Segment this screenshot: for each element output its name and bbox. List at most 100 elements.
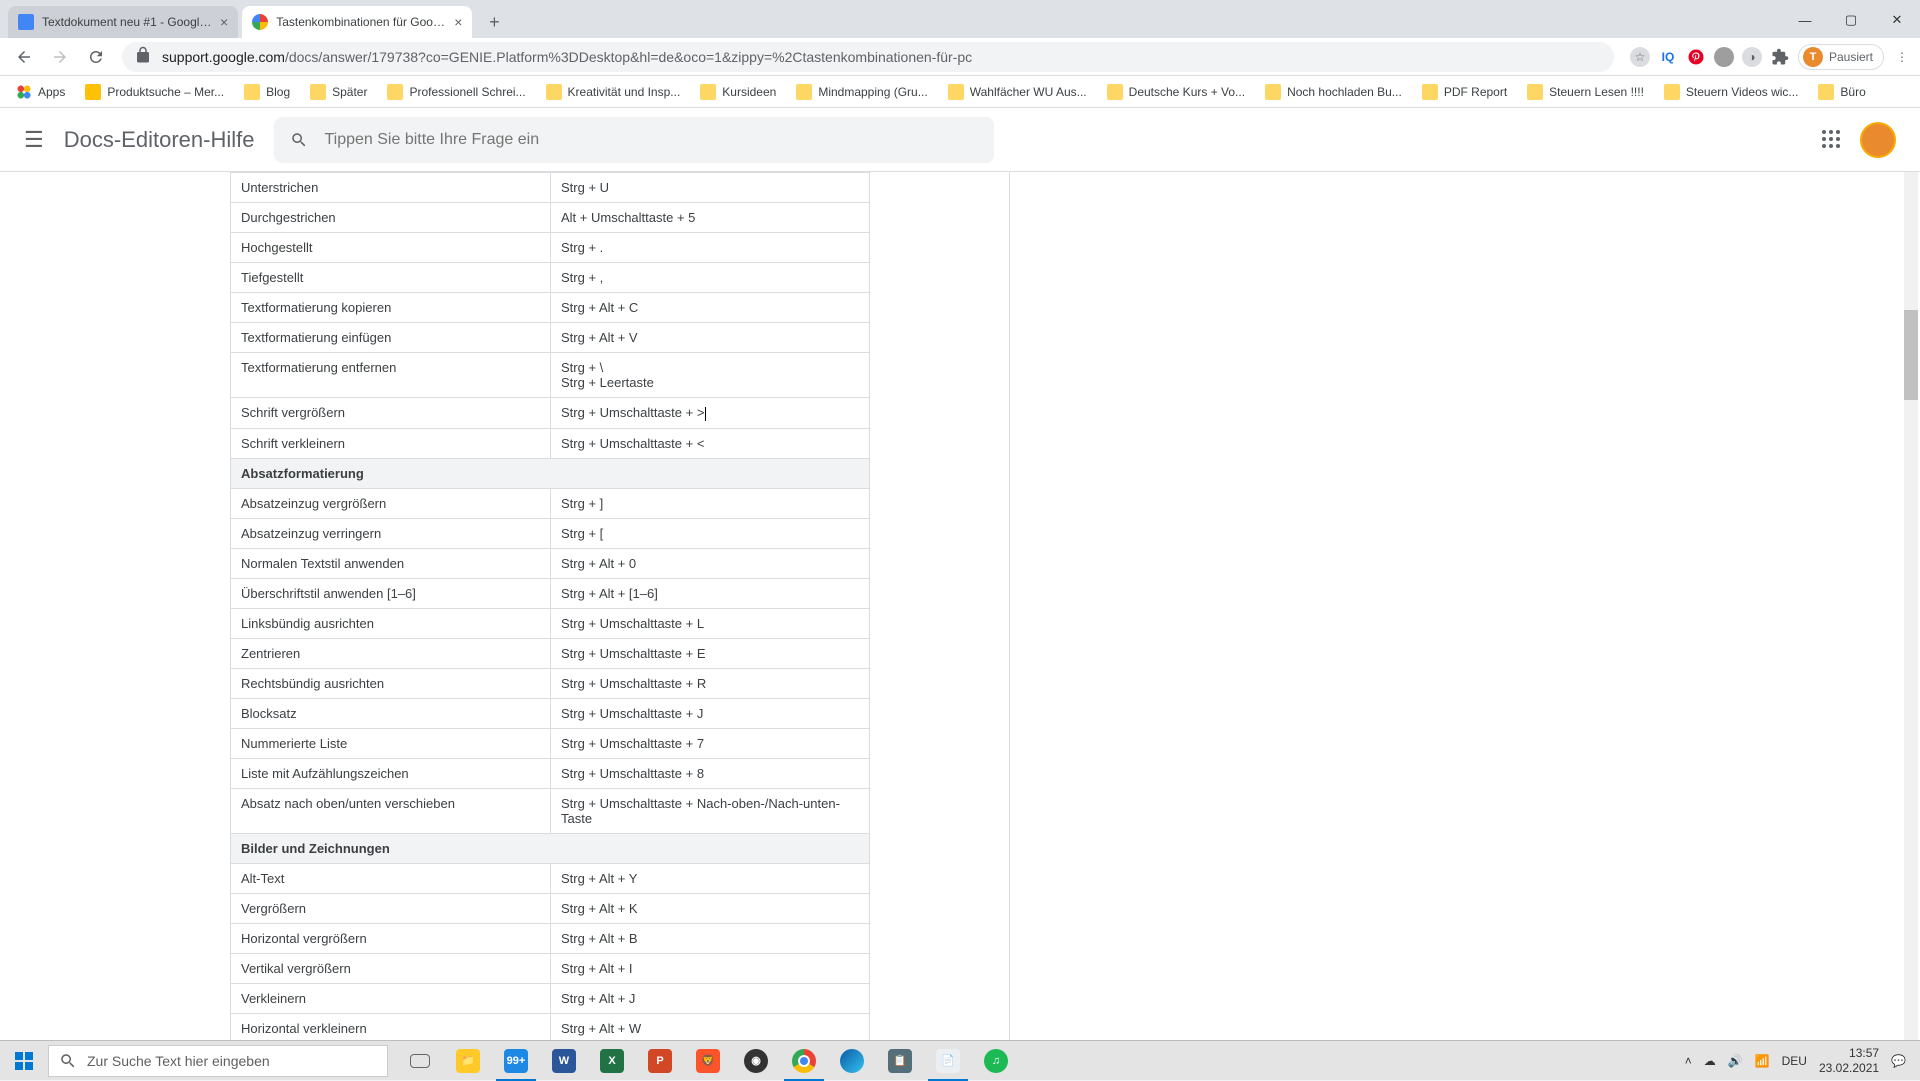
tray-notifications-icon[interactable]: 💬 — [1891, 1054, 1906, 1068]
bookmark-item[interactable]: Noch hochladen Bu... — [1257, 80, 1410, 104]
bookmark-item[interactable]: Steuern Lesen !!!! — [1519, 80, 1652, 104]
chrome-menu-button[interactable]: ⋮ — [1892, 47, 1912, 67]
scrollbar-thumb[interactable] — [1904, 310, 1918, 400]
folder-icon — [546, 84, 562, 100]
extension-icons: ☆ IQ ◑ T Pausiert ⋮ — [1630, 44, 1912, 70]
table-row: VergrößernStrg + Alt + K — [231, 893, 870, 923]
taskbar-obs[interactable]: ◉ — [732, 1041, 780, 1081]
content-area: UnterstrichenStrg + UDurchgestrichenAlt … — [0, 172, 1920, 1040]
browser-tab-1[interactable]: Tastenkombinationen für Google × — [242, 6, 472, 38]
folder-icon — [1107, 84, 1123, 100]
extension-generic-icon[interactable]: ◑ — [1742, 47, 1762, 67]
bookmark-item[interactable]: Mindmapping (Gru... — [788, 80, 935, 104]
table-row: Absatzeinzug vergrößernStrg + ] — [231, 488, 870, 518]
omnibox[interactable]: support.google.com/docs/answer/179738?co… — [122, 42, 1614, 72]
close-tab-icon[interactable]: × — [454, 14, 462, 30]
bookmark-item[interactable]: Kursideen — [692, 80, 784, 104]
taskbar-edge[interactable] — [828, 1041, 876, 1081]
shortcut-keys: Strg + Alt + [1–6] — [551, 578, 870, 608]
shortcut-label: Textformatierung einfügen — [231, 323, 551, 353]
taskbar-app-generic1[interactable]: 📋 — [876, 1041, 924, 1081]
start-button[interactable] — [0, 1041, 48, 1081]
shortcut-keys: Strg + Alt + I — [551, 953, 870, 983]
shortcut-keys: Strg + Umschalttaste + < — [551, 428, 870, 458]
section-header: Absatzformatierung — [231, 458, 870, 488]
bookmark-apps[interactable]: Apps — [8, 80, 73, 104]
task-view-button[interactable] — [396, 1041, 444, 1081]
bookmarks-bar: Apps Produktsuche – Mer... Blog Später P… — [0, 76, 1920, 108]
reload-icon — [87, 48, 105, 66]
url-domain: support.google.com — [162, 49, 285, 65]
bookmark-item[interactable]: Deutsche Kurs + Vo... — [1099, 80, 1253, 104]
tray-language[interactable]: DEU — [1782, 1054, 1807, 1068]
minimize-button[interactable]: — — [1782, 6, 1828, 34]
tray-clock[interactable]: 13:57 23.02.2021 — [1819, 1046, 1879, 1075]
help-search-box[interactable] — [274, 117, 994, 163]
folder-icon — [1265, 84, 1281, 100]
folder-icon — [1527, 84, 1543, 100]
back-button[interactable] — [8, 41, 40, 73]
extensions-menu-icon[interactable] — [1770, 47, 1790, 67]
new-tab-button[interactable]: + — [480, 8, 508, 36]
help-search-input[interactable] — [324, 131, 978, 149]
extension-pinterest-icon[interactable] — [1686, 47, 1706, 67]
taskbar-explorer[interactable]: 📁 — [444, 1041, 492, 1081]
taskbar-brave[interactable]: 🦁 — [684, 1041, 732, 1081]
table-row: ZentrierenStrg + Umschalttaste + E — [231, 638, 870, 668]
reload-button[interactable] — [80, 41, 112, 73]
folder-icon — [796, 84, 812, 100]
table-row: Überschriftstil anwenden [1–6]Strg + Alt… — [231, 578, 870, 608]
table-row: Normalen Textstil anwendenStrg + Alt + 0 — [231, 548, 870, 578]
bookmark-item[interactable]: PDF Report — [1414, 80, 1515, 104]
bookmark-item[interactable]: Wahlfächer WU Aus... — [940, 80, 1095, 104]
maximize-button[interactable]: ▢ — [1828, 6, 1874, 34]
bookmark-item[interactable]: Büro — [1810, 80, 1873, 104]
close-window-button[interactable]: ✕ — [1874, 6, 1920, 34]
shortcut-label: Verkleinern — [231, 983, 551, 1013]
shortcut-label: Absatzeinzug verringern — [231, 518, 551, 548]
profile-chip[interactable]: T Pausiert — [1798, 44, 1884, 70]
scrollbar-track[interactable] — [1904, 172, 1918, 1040]
hamburger-menu-button[interactable]: ☰ — [24, 127, 44, 153]
tray-cloud-icon[interactable]: ☁ — [1704, 1054, 1716, 1068]
bookmark-item[interactable]: Kreativität und Insp... — [538, 80, 689, 104]
browser-tab-0[interactable]: Textdokument neu #1 - Google D × — [8, 6, 238, 38]
search-icon — [59, 1052, 77, 1070]
google-apps-button[interactable] — [1822, 130, 1842, 150]
article-column: UnterstrichenStrg + UDurchgestrichenAlt … — [130, 172, 1010, 1040]
lock-icon — [134, 46, 152, 67]
tray-chevron-up-icon[interactable]: ˄ — [1685, 1054, 1692, 1068]
taskbar-notepad[interactable]: 📄 — [924, 1041, 972, 1081]
bookmark-item[interactable]: Später — [302, 80, 375, 104]
tray-wifi-icon[interactable]: 📶 — [1755, 1054, 1770, 1068]
shortcut-label: Rechtsbündig ausrichten — [231, 668, 551, 698]
taskbar-search[interactable]: Zur Suche Text hier eingeben — [48, 1045, 388, 1077]
account-avatar[interactable] — [1860, 122, 1896, 158]
extension-evernote-icon[interactable] — [1714, 47, 1734, 67]
section-header: Bilder und Zeichnungen — [231, 833, 870, 863]
folder-icon — [1818, 84, 1834, 100]
bookmark-item[interactable]: Blog — [236, 80, 298, 104]
table-row: TiefgestelltStrg + , — [231, 263, 870, 293]
extension-iq-icon[interactable]: IQ — [1658, 47, 1678, 67]
forward-button[interactable] — [44, 41, 76, 73]
taskbar-app-99[interactable]: 99+ — [492, 1041, 540, 1081]
bookmark-item[interactable]: Produktsuche – Mer... — [77, 80, 232, 104]
taskbar-powerpoint[interactable]: P — [636, 1041, 684, 1081]
star-bookmark-icon[interactable]: ☆ — [1630, 47, 1650, 67]
bookmark-item[interactable]: Steuern Videos wic... — [1656, 80, 1807, 104]
taskbar-spotify[interactable]: ♫ — [972, 1041, 1020, 1081]
shortcut-keys: Strg + Alt + J — [551, 983, 870, 1013]
table-row: Absatzformatierung — [231, 458, 870, 488]
table-row: Horizontal verkleinernStrg + Alt + W — [231, 1013, 870, 1040]
tray-date: 23.02.2021 — [1819, 1061, 1879, 1075]
apps-icon — [16, 84, 32, 100]
taskbar-search-placeholder: Zur Suche Text hier eingeben — [87, 1053, 270, 1069]
bookmark-item[interactable]: Professionell Schrei... — [379, 80, 533, 104]
taskbar-excel[interactable]: X — [588, 1041, 636, 1081]
taskbar-word[interactable]: W — [540, 1041, 588, 1081]
close-tab-icon[interactable]: × — [220, 14, 228, 30]
table-row: DurchgestrichenAlt + Umschalttaste + 5 — [231, 203, 870, 233]
tray-volume-icon[interactable]: 🔊 — [1728, 1054, 1743, 1068]
taskbar-chrome[interactable] — [780, 1041, 828, 1081]
